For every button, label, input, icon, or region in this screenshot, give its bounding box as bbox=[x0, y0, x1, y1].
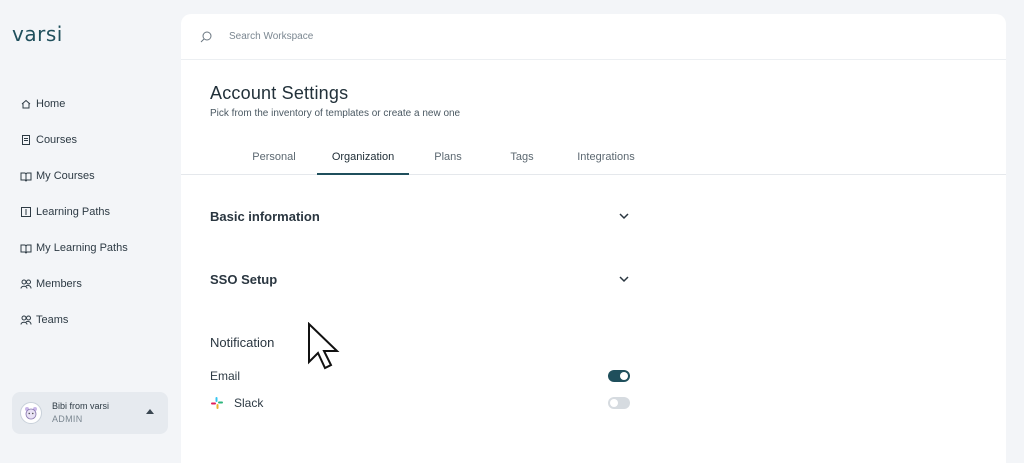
avatar bbox=[20, 402, 42, 424]
sidebar-item-teams[interactable]: Teams bbox=[20, 302, 128, 338]
tab-organization[interactable]: Organization bbox=[317, 140, 409, 175]
slack-toggle[interactable] bbox=[608, 397, 630, 409]
users-icon bbox=[20, 315, 32, 325]
users-icon bbox=[20, 279, 32, 289]
chevron-down-icon[interactable] bbox=[618, 273, 630, 285]
path-book-icon bbox=[21, 207, 31, 217]
home-icon bbox=[21, 99, 31, 109]
sidebar-item-label: Members bbox=[36, 278, 82, 290]
toggle-knob bbox=[610, 399, 618, 407]
book-open-icon bbox=[20, 244, 32, 254]
slack-icon bbox=[211, 397, 223, 409]
tab-plans[interactable]: Plans bbox=[421, 140, 475, 175]
section-title: SSO Setup bbox=[210, 271, 278, 287]
sidebar-item-label: My Learning Paths bbox=[36, 242, 128, 254]
sidebar-item-label: Courses bbox=[36, 134, 77, 146]
settings-tabs: Personal Organization Plans Tags Integra… bbox=[181, 140, 1006, 175]
user-name: Bibi from varsi bbox=[52, 401, 110, 411]
chevron-down-icon[interactable] bbox=[618, 210, 630, 222]
slack-label-group: Slack bbox=[210, 396, 263, 410]
sidebar-item-home[interactable]: Home bbox=[20, 86, 128, 122]
sidebar-item-my-courses[interactable]: My Courses bbox=[20, 158, 128, 194]
tab-tags[interactable]: Tags bbox=[497, 140, 547, 175]
sidebar-item-label: Teams bbox=[36, 314, 69, 326]
user-menu[interactable]: Bibi from varsi ADMIN bbox=[12, 392, 168, 434]
page-title: Account Settings bbox=[210, 83, 349, 103]
caret-up-icon[interactable] bbox=[146, 409, 154, 414]
sidebar: varsi Home Courses My Courses Learning P… bbox=[0, 0, 180, 463]
bear-avatar-icon bbox=[25, 407, 37, 420]
main-panel: Account Settings Pick from the inventory… bbox=[181, 14, 1006, 463]
sidebar-item-label: My Courses bbox=[36, 170, 95, 182]
search-input[interactable] bbox=[229, 31, 529, 42]
user-role: ADMIN bbox=[52, 414, 83, 424]
sso-setup-section[interactable]: SSO Setup bbox=[210, 267, 630, 291]
search-bar bbox=[181, 14, 1006, 60]
slack-label: Slack bbox=[234, 396, 264, 410]
sidebar-item-courses[interactable]: Courses bbox=[20, 122, 128, 158]
sidebar-item-label: Learning Paths bbox=[36, 206, 110, 218]
sidebar-item-my-learning-paths[interactable]: My Learning Paths bbox=[20, 230, 128, 266]
sidebar-item-learning-paths[interactable]: Learning Paths bbox=[20, 194, 128, 230]
slack-notification-row: Slack bbox=[210, 394, 630, 412]
app-logo[interactable]: varsi bbox=[12, 22, 63, 46]
sidebar-item-members[interactable]: Members bbox=[20, 266, 128, 302]
book-open-icon bbox=[20, 172, 32, 182]
search-icon bbox=[200, 31, 212, 42]
page-subtitle: Pick from the inventory of templates or … bbox=[210, 108, 461, 119]
email-notification-row: Email bbox=[210, 367, 630, 385]
mouse-pointer-icon bbox=[308, 322, 340, 370]
email-label: Email bbox=[210, 369, 241, 383]
tab-integrations[interactable]: Integrations bbox=[565, 140, 647, 175]
sidebar-item-label: Home bbox=[36, 98, 66, 110]
basic-information-section[interactable]: Basic information bbox=[210, 204, 630, 228]
toggle-knob bbox=[620, 372, 628, 380]
user-info: Bibi from varsi ADMIN bbox=[52, 400, 109, 426]
notification-title: Notification bbox=[210, 335, 275, 350]
sidebar-nav: Home Courses My Courses Learning Paths M… bbox=[20, 86, 128, 338]
document-icon bbox=[22, 135, 30, 145]
tab-personal[interactable]: Personal bbox=[242, 140, 306, 175]
email-toggle[interactable] bbox=[608, 370, 630, 382]
section-title: Basic information bbox=[210, 208, 320, 224]
